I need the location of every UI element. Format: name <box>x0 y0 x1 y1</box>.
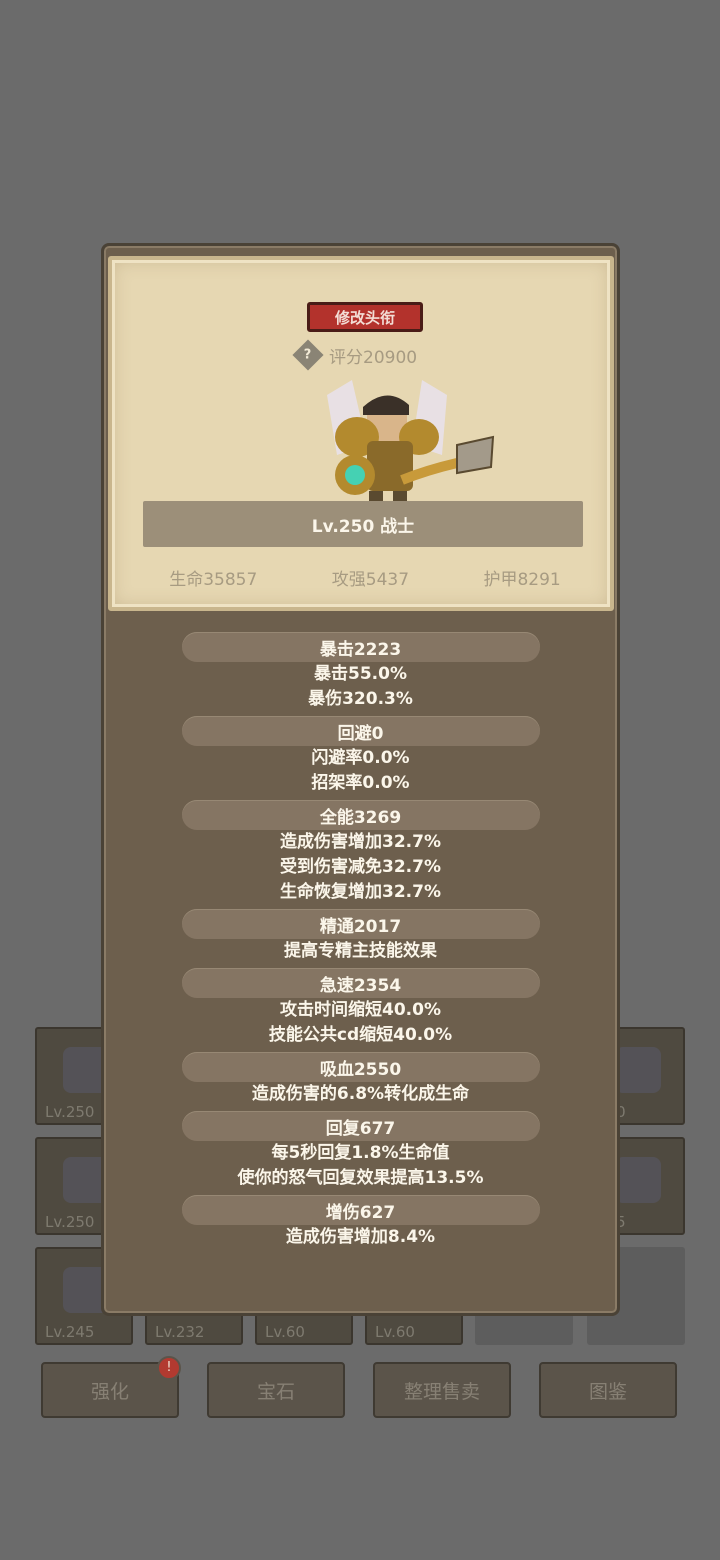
stat-group: 吸血2550 造成伤害的6.8%转化成生命 <box>104 1052 617 1107</box>
stat-group: 暴击2223 暴击55.0% 暴伤320.3% <box>104 632 617 712</box>
stat-detail: 技能公共cd缩短40.0% <box>268 1025 453 1045</box>
sort-sell-button[interactable]: 整理售卖 <box>373 1362 511 1418</box>
health-stat: 生命35857 <box>169 570 258 590</box>
stat-header: 全能3269 <box>181 800 540 830</box>
level-class-banner: Lv.250 战士 <box>143 501 583 547</box>
stat-header: 暴击2223 <box>181 632 540 662</box>
equipment-icon <box>615 1047 661 1093</box>
change-title-button[interactable]: 修改头衔 <box>307 302 423 332</box>
gem-button[interactable]: 宝石 <box>207 1362 345 1418</box>
stat-header: 精通2017 <box>181 909 540 939</box>
stat-header: 回避0 <box>181 716 540 746</box>
slot-level: Lv.250 <box>45 1103 95 1121</box>
stat-header: 急速2354 <box>181 968 540 998</box>
stat-detail: 攻击时间缩短40.0% <box>280 1000 441 1020</box>
stat-header: 回复677 <box>181 1111 540 1141</box>
stat-detail: 招架率0.0% <box>311 773 410 793</box>
slot-level: Lv.60 <box>265 1323 305 1341</box>
stat-detail: 每5秒回复1.8%生命值 <box>271 1143 450 1163</box>
codex-button[interactable]: 图鉴 <box>539 1362 677 1418</box>
stat-header: 增伤627 <box>181 1195 540 1225</box>
stat-detail: 提高专精主技能效果 <box>284 941 437 961</box>
slot-level: Lv.245 <box>45 1323 95 1341</box>
attack-power-stat: 攻强5437 <box>331 570 410 590</box>
stat-detail: 使你的怒气回复效果提高13.5% <box>237 1168 484 1188</box>
armor-stat: 护甲8291 <box>483 570 561 590</box>
stat-detail: 暴伤320.3% <box>308 689 413 709</box>
stat-detail: 闪避率0.0% <box>311 748 410 768</box>
stat-header: 吸血2550 <box>181 1052 540 1082</box>
enhance-button[interactable]: 强化 ! <box>41 1356 181 1418</box>
character-stats-modal: 修改头衔 ? 评分20900 Lv.250 战士 生命35857 攻强5437 … <box>101 243 620 1316</box>
stat-detail: 受到伤害减免32.7% <box>280 857 441 877</box>
stat-group: 回避0 闪避率0.0% 招架率0.0% <box>104 716 617 796</box>
stat-group: 精通2017 提高专精主技能效果 <box>104 909 617 964</box>
stat-detail: 生命恢复增加32.7% <box>280 882 441 902</box>
stat-detail: 暴击55.0% <box>314 664 407 684</box>
stat-detail: 造成伤害增加32.7% <box>280 832 441 852</box>
score-text: 评分20900 <box>329 347 418 368</box>
equipment-icon <box>615 1157 661 1203</box>
stat-group: 急速2354 攻击时间缩短40.0% 技能公共cd缩短40.0% <box>104 968 617 1048</box>
stat-group: 全能3269 造成伤害增加32.7% 受到伤害减免32.7% 生命恢复增加32.7% <box>104 800 617 905</box>
secondary-stats-list: 暴击2223 暴击55.0% 暴伤320.3% 回避0 闪避率0.0% 招架率0.0% 全能… <box>104 632 617 1254</box>
stat-detail: 造成伤害增加8.4% <box>285 1227 436 1247</box>
profile-card: 修改头衔 ? 评分20900 Lv.250 战士 生命35857 攻强5437 … <box>108 256 614 611</box>
score-row: ? 评分20900 <box>292 339 418 371</box>
notification-badge: ! <box>157 1356 181 1380</box>
slot-level: Lv.60 <box>375 1323 415 1341</box>
stat-group: 回复677 每5秒回复1.8%生命值使你的怒气回复效果提高13.5% <box>104 1111 617 1191</box>
stat-group: 增伤627 造成伤害增加8.4% <box>104 1195 617 1250</box>
help-icon[interactable]: ? <box>292 339 324 371</box>
stat-detail: 造成伤害的6.8%转化成生命 <box>251 1084 470 1104</box>
slot-level: Lv.250 <box>45 1213 95 1231</box>
base-stats: 生命35857 攻强5437 护甲8291 <box>132 565 598 590</box>
slot-level: Lv.232 <box>155 1323 205 1341</box>
